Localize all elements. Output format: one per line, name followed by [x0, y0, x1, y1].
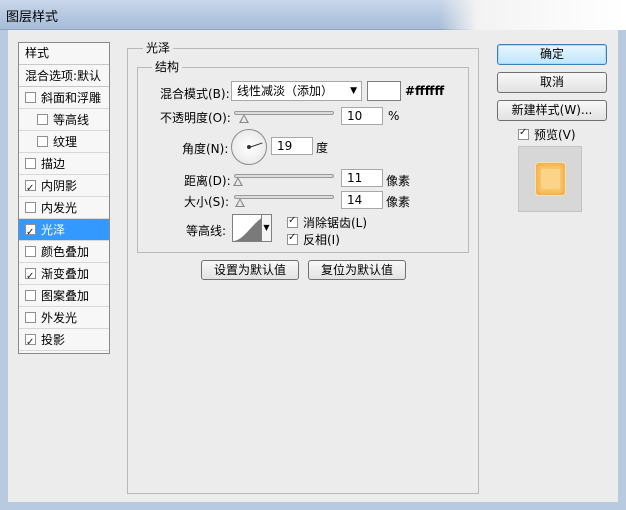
- structure-group-title: 结构: [152, 58, 183, 75]
- opacity-slider-thumb[interactable]: [239, 114, 249, 123]
- opacity-input[interactable]: 10: [341, 107, 383, 125]
- style-list-header[interactable]: 样式: [19, 43, 109, 65]
- angle-label: 角度(N):: [182, 142, 229, 156]
- style-list-item[interactable]: 纹理: [19, 131, 109, 153]
- window-frame-left: [0, 30, 8, 510]
- invert-label: 反相(I): [303, 233, 340, 247]
- opacity-value: 10: [347, 109, 363, 123]
- cancel-button[interactable]: 取消: [497, 72, 607, 93]
- angle-needle: [249, 142, 263, 148]
- style-list-item[interactable]: 外发光: [19, 307, 109, 329]
- color-hex-label: #ffffff: [405, 84, 445, 98]
- style-checkbox[interactable]: [25, 246, 36, 257]
- preview-swatch: [536, 163, 565, 195]
- window-title: 图层样式: [6, 10, 59, 25]
- angle-input[interactable]: 19: [271, 137, 313, 155]
- style-checkbox[interactable]: [25, 178, 36, 200]
- style-preview-thumbnail: [518, 146, 582, 212]
- style-checkbox[interactable]: [25, 202, 36, 213]
- style-list: 样式 混合选项:默认 斜面和浮雕等高线纹理描边内阴影内发光光泽颜色叠加渐变叠加图…: [18, 42, 110, 354]
- style-list-item[interactable]: 渐变叠加: [19, 263, 109, 288]
- style-list-item[interactable]: 斜面和浮雕: [19, 87, 109, 109]
- window-frame-bottom: [0, 502, 626, 510]
- size-input[interactable]: 14: [341, 191, 383, 209]
- style-list-item-label: 渐变叠加: [41, 266, 90, 281]
- distance-slider-track[interactable]: [234, 174, 334, 178]
- anti-alias-row[interactable]: 消除锯齿(L): [287, 214, 367, 231]
- style-list-item-label: 图案叠加: [41, 288, 90, 303]
- style-list-item[interactable]: 内发光: [19, 197, 109, 219]
- style-list-item[interactable]: 投影: [19, 329, 109, 354]
- preview-checkbox[interactable]: [518, 127, 529, 140]
- style-list-item-label: 颜色叠加: [41, 244, 90, 259]
- color-swatch[interactable]: [367, 81, 401, 101]
- distance-value: 11: [347, 171, 363, 185]
- style-list-blend-options[interactable]: 混合选项:默认: [19, 65, 109, 87]
- size-slider-track[interactable]: [234, 195, 334, 199]
- angle-value: 19: [277, 139, 293, 153]
- invert-row[interactable]: 反相(I): [287, 231, 340, 248]
- contour-curve-icon: [233, 218, 261, 241]
- anti-alias-label: 消除锯齿(L): [303, 216, 368, 230]
- style-list-item[interactable]: 光泽: [19, 219, 109, 244]
- style-checkbox[interactable]: [25, 332, 36, 354]
- contour-label: 等高线:: [186, 224, 227, 238]
- reset-default-button[interactable]: 复位为默认值: [308, 260, 406, 280]
- style-list-item[interactable]: 图案叠加: [19, 285, 109, 307]
- size-slider-thumb[interactable]: [234, 198, 245, 207]
- style-checkbox[interactable]: [37, 114, 48, 125]
- distance-label: 距离(D):: [184, 174, 231, 188]
- angle-center-dot: [247, 145, 251, 149]
- window-frame-right: [618, 30, 626, 510]
- style-list-item-label: 等高线: [53, 112, 90, 127]
- style-list-item-label: 斜面和浮雕: [41, 90, 102, 105]
- style-list-item-label: 外发光: [41, 310, 78, 325]
- style-checkbox[interactable]: [25, 290, 36, 301]
- style-list-item[interactable]: 等高线: [19, 109, 109, 131]
- blend-mode-value: 线性减淡（添加）: [237, 84, 334, 98]
- blend-mode-dropdown[interactable]: 线性减淡（添加） ▼: [231, 81, 362, 101]
- angle-dial[interactable]: [231, 129, 267, 165]
- opacity-slider-track[interactable]: [234, 111, 334, 115]
- style-checkbox[interactable]: [25, 222, 36, 244]
- opacity-unit: %: [388, 109, 400, 123]
- size-label: 大小(S):: [184, 195, 230, 209]
- style-list-item-label: 光泽: [41, 222, 66, 237]
- contour-dropdown-arrow[interactable]: ▼: [262, 214, 272, 242]
- style-list-item[interactable]: 内阴影: [19, 175, 109, 200]
- size-unit: 像素: [386, 195, 411, 209]
- style-list-item[interactable]: 描边: [19, 153, 109, 175]
- style-list-item[interactable]: 颜色叠加: [19, 241, 109, 263]
- style-checkbox[interactable]: [37, 136, 48, 147]
- title-bar-blank-area: [440, 0, 626, 30]
- style-checkbox[interactable]: [25, 266, 36, 288]
- invert-checkbox[interactable]: [287, 232, 298, 245]
- style-list-item-label: 投影: [41, 332, 66, 347]
- size-value: 14: [347, 193, 363, 207]
- style-checkbox[interactable]: [25, 92, 36, 103]
- preview-label: 预览(V): [534, 128, 576, 142]
- distance-slider-thumb[interactable]: [233, 177, 244, 186]
- style-list-item-label: 描边: [41, 156, 66, 171]
- chevron-down-icon: ▼: [350, 86, 357, 96]
- blend-mode-label: 混合模式(B):: [160, 87, 230, 101]
- distance-unit: 像素: [386, 174, 411, 188]
- satin-group-title: 光泽: [143, 39, 174, 56]
- preview-row[interactable]: 预览(V): [518, 126, 576, 143]
- style-checkbox[interactable]: [25, 312, 36, 323]
- style-list-item-label: 内阴影: [41, 178, 78, 193]
- new-style-button[interactable]: 新建样式(W)...: [497, 100, 607, 121]
- opacity-label: 不透明度(O):: [160, 111, 231, 125]
- title-bar: 图层样式: [0, 0, 626, 30]
- style-list-item-label: 内发光: [41, 200, 78, 215]
- contour-picker[interactable]: [232, 214, 262, 242]
- anti-alias-checkbox[interactable]: [287, 215, 298, 228]
- style-list-item-label: 纹理: [53, 134, 78, 149]
- set-default-button[interactable]: 设置为默认值: [201, 260, 299, 280]
- distance-input[interactable]: 11: [341, 169, 383, 187]
- angle-unit: 度: [316, 141, 329, 155]
- ok-button[interactable]: 确定: [497, 44, 607, 65]
- style-checkbox[interactable]: [25, 158, 36, 169]
